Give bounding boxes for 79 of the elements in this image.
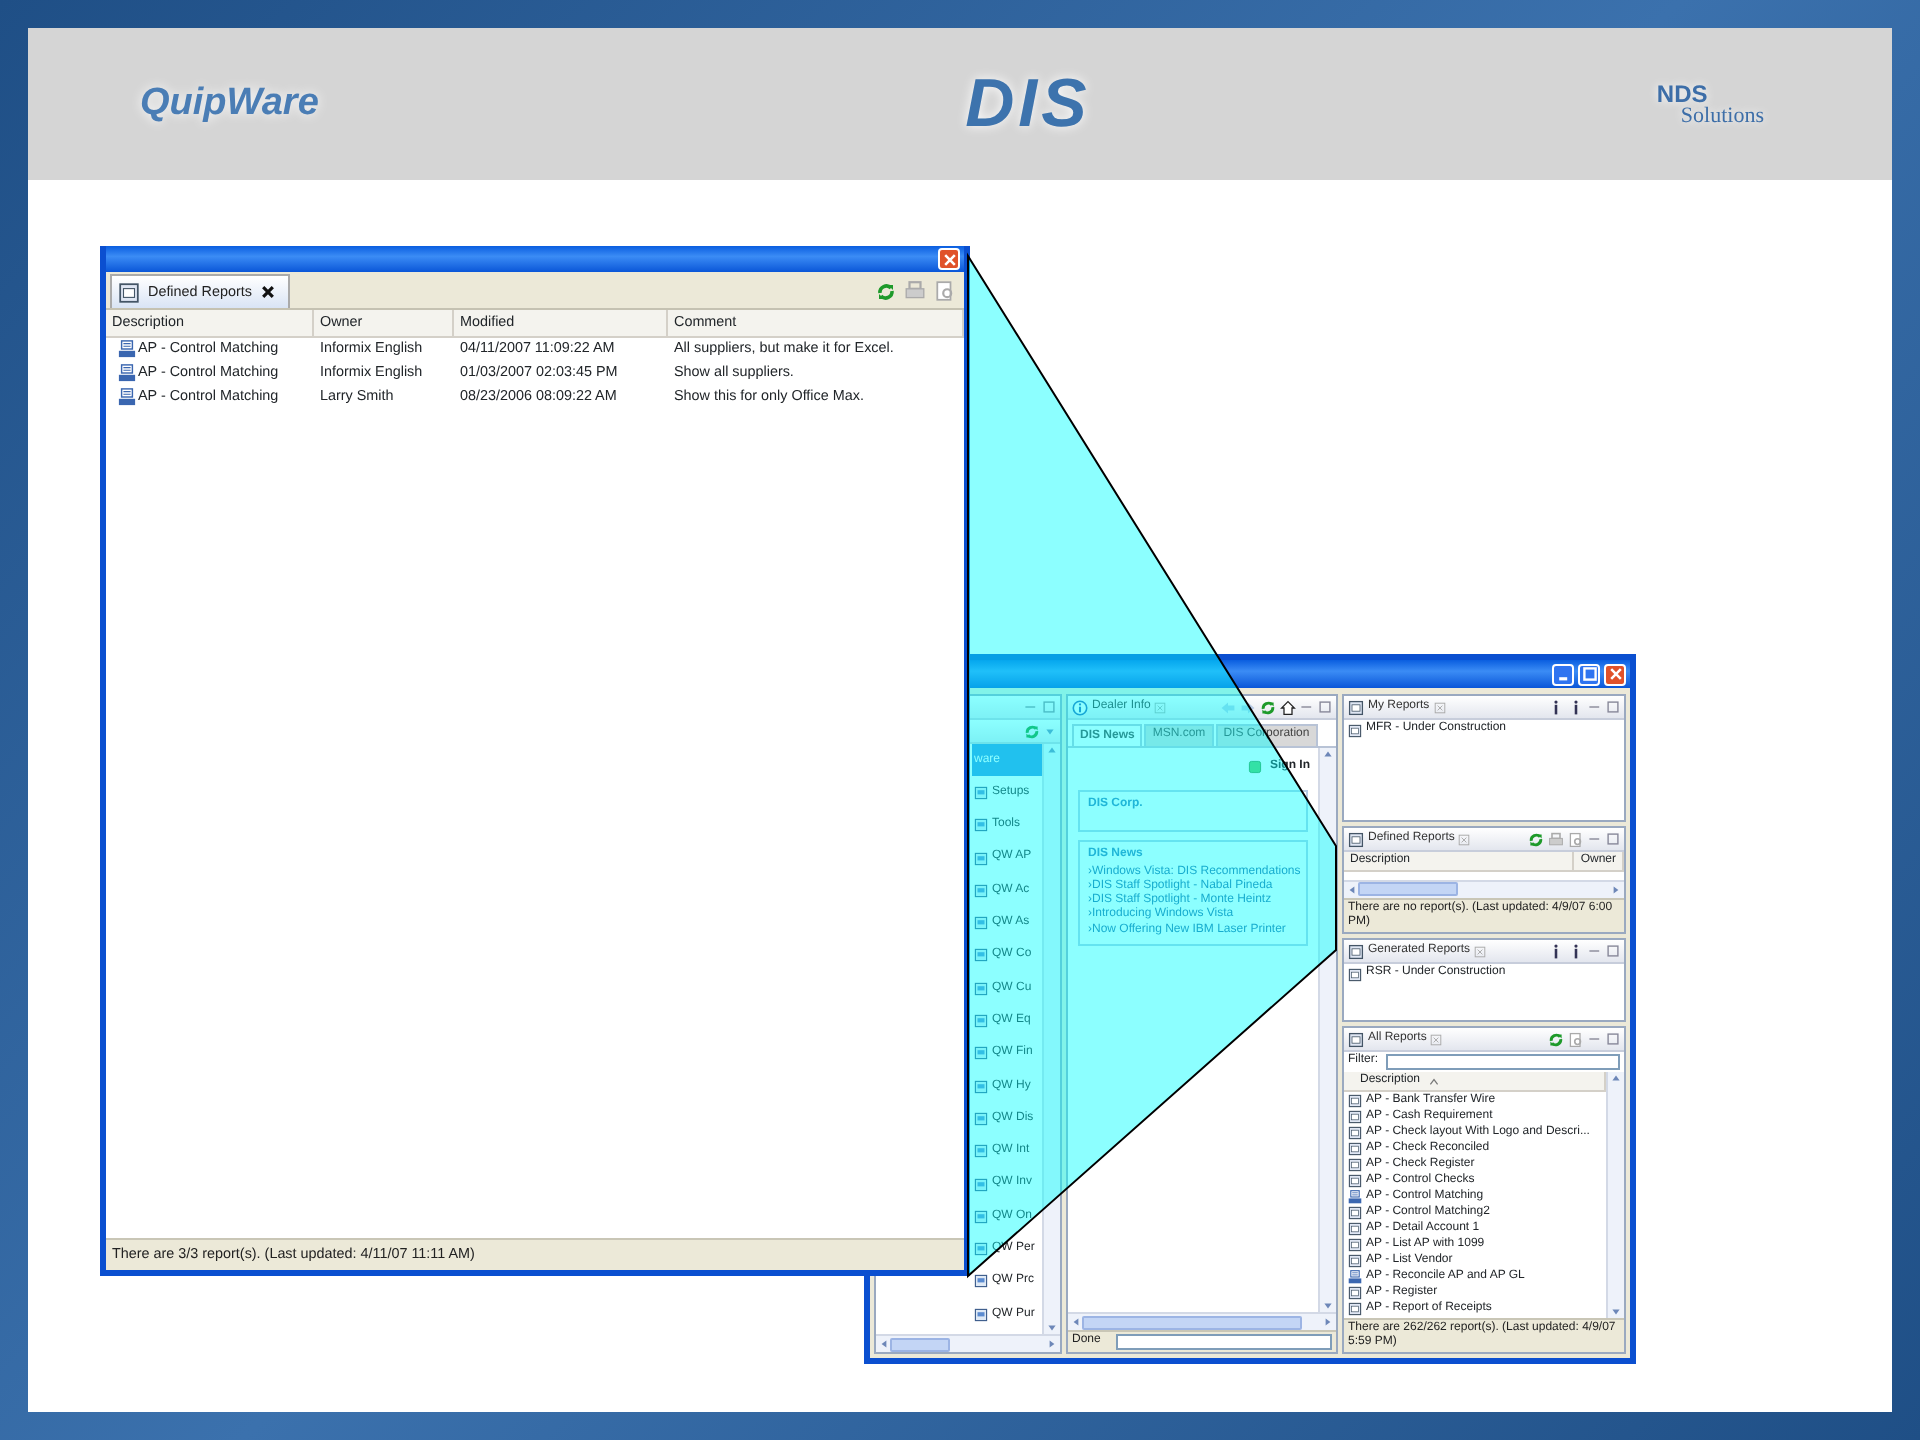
- module-icon: [974, 1177, 988, 1191]
- maximize-icon[interactable]: [1042, 700, 1056, 714]
- module-icon: [974, 1307, 988, 1322]
- vertical-scrollbar[interactable]: [1606, 1072, 1624, 1318]
- dis-report-icon: [118, 388, 136, 407]
- refresh-icon[interactable]: [1260, 699, 1276, 715]
- module-icon: [974, 1111, 988, 1126]
- module-icon: [974, 1079, 988, 1094]
- horizontal-scrollbar[interactable]: [1344, 879, 1624, 898]
- dis-report-icon: [118, 340, 136, 359]
- report-icon: [118, 281, 140, 303]
- close-icon: [941, 251, 957, 267]
- close-button[interactable]: [938, 248, 960, 270]
- module-icon: [974, 785, 988, 800]
- maximize-icon[interactable]: [1318, 700, 1332, 714]
- scroll-left-icon[interactable]: [878, 1338, 890, 1350]
- dis-report-icon: [118, 364, 136, 383]
- nds-logo-subtitle: Solutions: [1680, 105, 1764, 127]
- maximize-icon[interactable]: [1606, 700, 1620, 714]
- maximize-icon[interactable]: [1606, 832, 1620, 846]
- tab-close-icon[interactable]: [259, 284, 276, 300]
- maximize-icon[interactable]: [1606, 1032, 1620, 1046]
- module-icon: [974, 818, 988, 833]
- module-icon: [974, 948, 988, 963]
- maximize-icon: [1581, 666, 1597, 682]
- vertical-scrollbar[interactable]: [1042, 744, 1060, 1334]
- scrollbar-thumb[interactable]: [1082, 1315, 1302, 1329]
- report-icon: [1348, 831, 1364, 847]
- dis-report-icon: [1348, 1189, 1362, 1204]
- scrollbar-thumb[interactable]: [890, 1337, 950, 1351]
- minimize-button[interactable]: [1552, 663, 1574, 685]
- forward-icon[interactable]: [1240, 699, 1256, 715]
- menu-caret-icon[interactable]: [1044, 725, 1056, 737]
- quipware-logo: QuipWare: [140, 79, 319, 128]
- horizontal-scrollbar[interactable]: [876, 1334, 1060, 1352]
- refresh-icon[interactable]: [1024, 723, 1040, 739]
- refresh-icon[interactable]: [1528, 831, 1544, 847]
- vertical-scrollbar[interactable]: [1318, 748, 1336, 1312]
- module-icon: [974, 1144, 988, 1159]
- scroll-right-icon[interactable]: [1046, 1338, 1058, 1350]
- minimize-icon[interactable]: [1588, 944, 1602, 958]
- maximize-icon[interactable]: [1606, 944, 1620, 958]
- module-icon: [974, 883, 988, 898]
- nds-logo: NDS: [1656, 81, 1708, 105]
- horizontal-scrollbar[interactable]: [1068, 1312, 1336, 1330]
- filter-field[interactable]: [1386, 1054, 1620, 1070]
- module-icon: [974, 1274, 988, 1289]
- refresh-icon[interactable]: [1548, 1031, 1564, 1047]
- report-icon: [1348, 1031, 1364, 1047]
- info-icon: [1072, 699, 1088, 715]
- module-icon: [974, 1242, 988, 1257]
- close-icon: [1607, 666, 1623, 682]
- close-button[interactable]: [1604, 663, 1626, 685]
- minimize-icon[interactable]: [1588, 700, 1602, 714]
- module-icon: [974, 1014, 988, 1029]
- minimize-icon[interactable]: [1300, 700, 1314, 714]
- refresh-icon[interactable]: [876, 281, 896, 301]
- module-icon: [974, 916, 988, 931]
- scroll-up-icon[interactable]: [1322, 748, 1334, 761]
- minimize-icon[interactable]: [1588, 1032, 1602, 1046]
- module-icon: [974, 851, 988, 866]
- scroll-right-icon[interactable]: [1610, 883, 1622, 896]
- printer-icon: [904, 280, 926, 302]
- dis-logo: DIS: [965, 63, 1091, 145]
- module-icon: [974, 1209, 988, 1224]
- preview-icon: [934, 280, 956, 302]
- module-icon: [974, 981, 988, 996]
- maximize-button[interactable]: [1578, 663, 1600, 685]
- minimize-icon[interactable]: [1024, 700, 1038, 714]
- home-icon[interactable]: [1280, 699, 1296, 715]
- dis-report-icon: [1348, 1269, 1362, 1284]
- preview-icon[interactable]: [1568, 831, 1584, 847]
- minimize-icon[interactable]: [1588, 832, 1602, 846]
- sign-in-icon[interactable]: [1248, 760, 1262, 775]
- sort-icon: [1428, 1075, 1441, 1088]
- scroll-down-icon[interactable]: [1610, 1305, 1622, 1318]
- printer-icon[interactable]: [1548, 831, 1564, 847]
- module-icon: [974, 1046, 988, 1061]
- scrollbar-thumb[interactable]: [1358, 882, 1458, 897]
